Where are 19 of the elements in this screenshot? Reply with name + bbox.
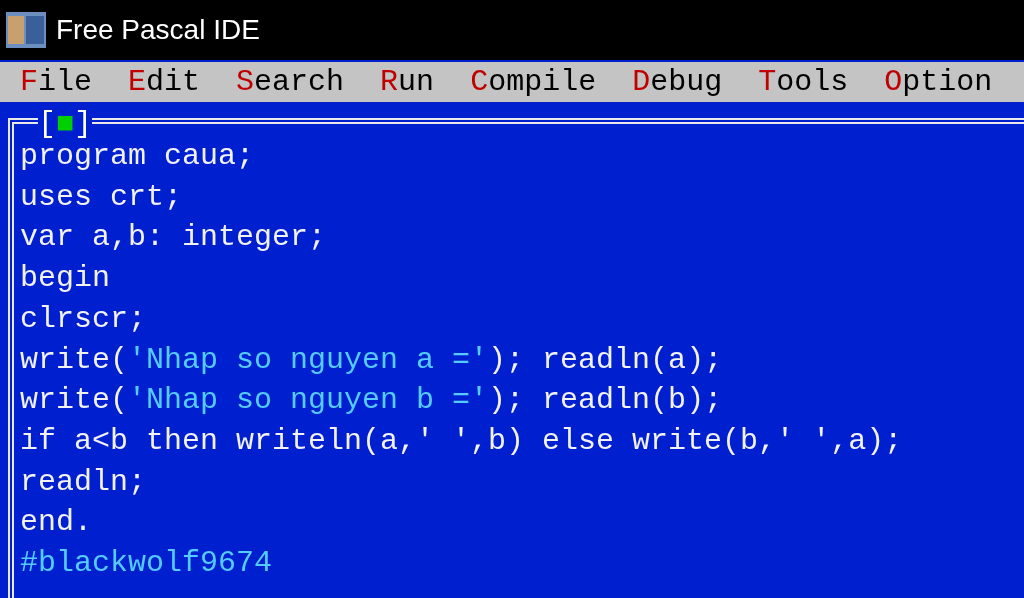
code-line: end. [20, 504, 93, 542]
menu-item[interactable]: Run [380, 67, 435, 97]
menu-item[interactable]: File [20, 67, 93, 97]
code-line: begin [20, 260, 111, 298]
code-line: var a,b: integer; [20, 219, 328, 257]
code-line: write('Nhap so nguyen b ='); readln(b); [20, 382, 724, 420]
code-line: clrscr; [20, 300, 148, 338]
menu-item[interactable]: Debug [632, 67, 723, 97]
window-title: Free Pascal IDE [56, 13, 260, 47]
code-line: #blackwolf9674 [20, 545, 274, 583]
code-line: uses crt; [20, 178, 184, 216]
menu-item[interactable]: Edit [128, 67, 201, 97]
code-line: write('Nhap so nguyen a ='); readln(a); [20, 341, 724, 379]
menu-item[interactable]: Compile [470, 67, 597, 97]
menu-item[interactable]: Search [236, 67, 345, 97]
code-line: readln; [20, 463, 148, 501]
code-line: if a<b then writeln(a,' ',b) else write(b,' ',a); [20, 422, 904, 460]
menu-item[interactable]: Option [884, 67, 993, 97]
menu-item[interactable]: Tools [758, 67, 849, 97]
